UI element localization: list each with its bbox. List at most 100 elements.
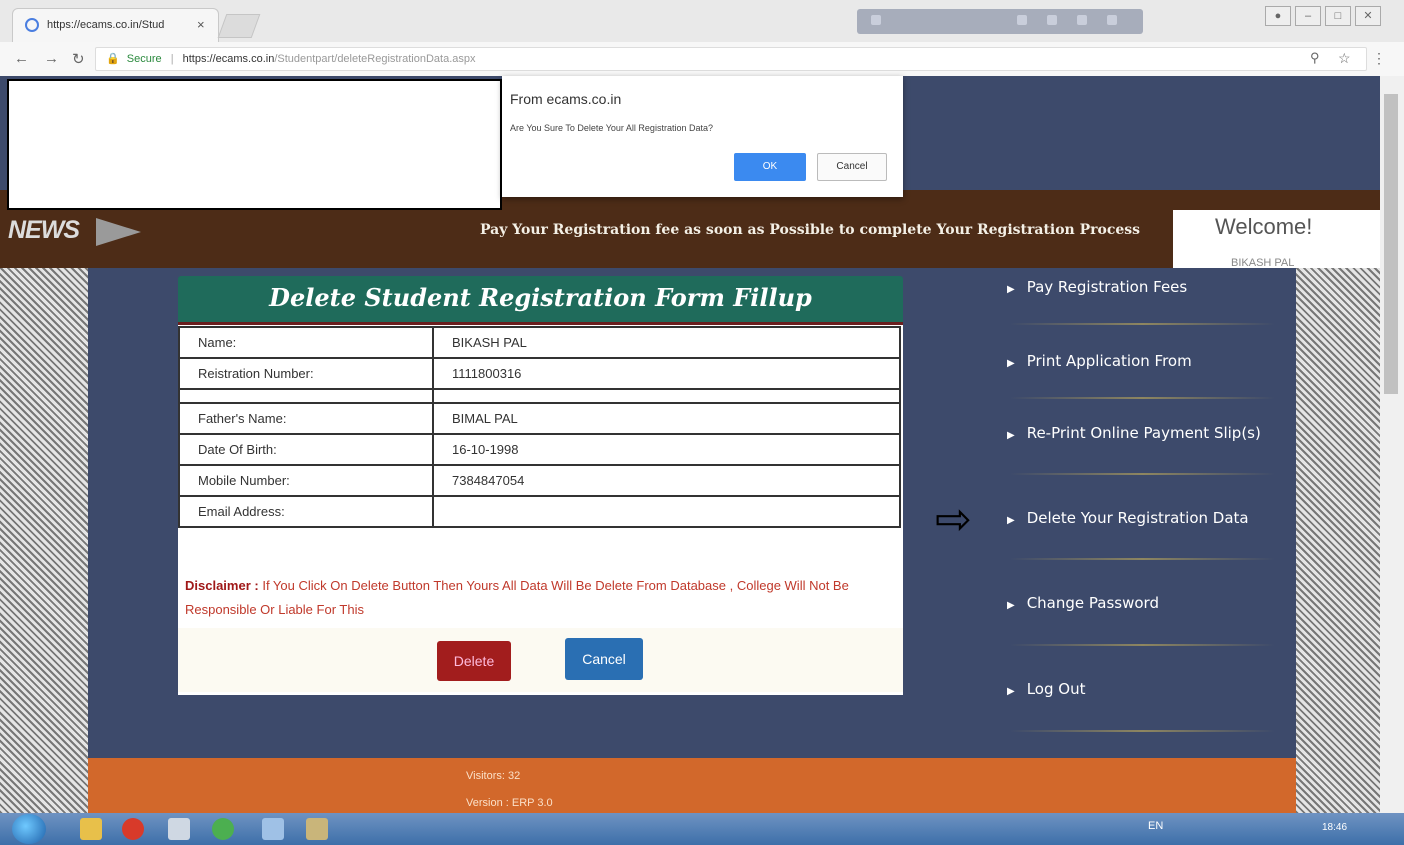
browser-tab[interactable]: https://ecams.co.in/Stud × bbox=[12, 8, 219, 43]
extension-icon[interactable] bbox=[1017, 15, 1027, 25]
menu-divider bbox=[1010, 473, 1275, 475]
google-icon bbox=[25, 18, 39, 32]
language-indicator[interactable]: EN bbox=[1148, 820, 1163, 832]
field-label: Father's Name: bbox=[178, 402, 434, 435]
triangle-right-icon: ▶ bbox=[1007, 430, 1015, 441]
field-value bbox=[432, 495, 901, 528]
extension-icon[interactable] bbox=[871, 15, 881, 25]
arrow-pointer-icon: ⇨ bbox=[935, 495, 972, 544]
maximize-icon[interactable]: □ bbox=[1325, 6, 1351, 26]
bookmark-star-icon[interactable]: ☆ bbox=[1338, 50, 1351, 67]
disclaimer-text: If You Click On Delete Button Then Yours… bbox=[185, 578, 849, 617]
menu-item-pay-registration-fees[interactable]: ▶ Pay Registration Fees bbox=[1007, 278, 1187, 296]
dialog-message: Are You Sure To Delete Your All Registra… bbox=[510, 123, 713, 133]
windows-taskbar bbox=[0, 813, 1404, 845]
menu-item-reprint-payment-slip[interactable]: ▶ Re-Print Online Payment Slip(s) bbox=[1007, 424, 1261, 442]
user-icon[interactable]: ● bbox=[1265, 6, 1291, 26]
tab-close-icon[interactable]: × bbox=[197, 17, 205, 32]
menu-item-log-out[interactable]: ▶ Log Out bbox=[1007, 680, 1085, 698]
field-value-clipped bbox=[432, 388, 901, 404]
field-value: 1111800316 bbox=[432, 357, 901, 390]
url-divider: | bbox=[170, 53, 174, 65]
dialog-ok-button[interactable]: OK bbox=[734, 153, 806, 181]
news-arrow-icon bbox=[96, 218, 141, 246]
triangle-right-icon: ▶ bbox=[1007, 515, 1015, 526]
left-hatch-border bbox=[0, 268, 88, 813]
field-value: 7384847054 bbox=[432, 464, 901, 497]
table-row: Date Of Birth: 16-10-1998 bbox=[178, 433, 901, 466]
triangle-right-icon: ▶ bbox=[1007, 600, 1015, 611]
menu-kebab-icon[interactable]: ⋮ bbox=[1372, 50, 1386, 67]
page-scrollbar[interactable] bbox=[1380, 76, 1404, 813]
redaction-box bbox=[7, 79, 502, 210]
disclaimer: Disclaimer : If You Click On Delete Butt… bbox=[185, 574, 897, 622]
menu-item-label: Print Application From bbox=[1026, 352, 1192, 370]
delete-button[interactable]: Delete bbox=[437, 641, 511, 681]
table-row-clipped bbox=[178, 388, 901, 404]
right-hatch-border bbox=[1296, 268, 1386, 813]
field-label: Reistration Number: bbox=[178, 357, 434, 390]
dialog-origin: From ecams.co.in bbox=[510, 91, 622, 107]
extension-icon[interactable] bbox=[1077, 15, 1087, 25]
menu-divider bbox=[1010, 730, 1275, 732]
field-label-clipped bbox=[178, 388, 434, 404]
field-value: 16-10-1998 bbox=[432, 433, 901, 466]
menu-item-label: Change Password bbox=[1026, 594, 1159, 612]
address-bar-row: ← → ↻ 🔒 Secure | https://ecams.co.in/Stu… bbox=[0, 42, 1404, 77]
paint-icon[interactable] bbox=[306, 818, 328, 840]
welcome-box: Welcome! BIKASH PAL bbox=[1173, 210, 1380, 272]
zoom-icon[interactable]: ⚲ bbox=[1310, 50, 1320, 66]
version-label: Version : ERP 3.0 bbox=[466, 797, 553, 809]
menu-item-change-password[interactable]: ▶ Change Password bbox=[1007, 594, 1159, 612]
news-marquee: Pay Your Registration fee as soon as Pos… bbox=[480, 222, 1141, 238]
table-row: Name: BIKASH PAL bbox=[178, 326, 901, 359]
lock-icon: 🔒 bbox=[106, 53, 120, 65]
menu-item-print-application[interactable]: ▶ Print Application From bbox=[1007, 352, 1192, 370]
registration-details-table: Name: BIKASH PAL Reistration Number: 11118… bbox=[178, 326, 901, 528]
dialog-cancel-button[interactable]: Cancel bbox=[817, 153, 887, 181]
field-label: Date Of Birth: bbox=[178, 433, 434, 466]
table-row: Email Address: bbox=[178, 495, 901, 528]
visitor-count: Visitors: 32 bbox=[466, 770, 521, 782]
taskbar-clock[interactable]: 18:46 bbox=[1322, 822, 1347, 833]
media-player-icon[interactable] bbox=[122, 818, 144, 840]
menu-divider bbox=[1010, 397, 1275, 399]
reload-icon[interactable]: ↻ bbox=[72, 50, 85, 68]
window-controls: ● – □ ✕ bbox=[1265, 6, 1395, 28]
scrollbar-thumb[interactable] bbox=[1384, 94, 1398, 394]
field-value: BIKASH PAL bbox=[432, 326, 901, 359]
cancel-button[interactable]: Cancel bbox=[565, 638, 643, 680]
table-row: Reistration Number: 1111800316 bbox=[178, 357, 901, 390]
field-label: Mobile Number: bbox=[178, 464, 434, 497]
system-tray: EN bbox=[1148, 820, 1163, 832]
table-row: Mobile Number: 7384847054 bbox=[178, 464, 901, 497]
welcome-label: Welcome! bbox=[1215, 214, 1313, 239]
extension-icon[interactable] bbox=[1107, 15, 1117, 25]
url-host: https://ecams.co.in bbox=[182, 53, 275, 65]
secure-label: Secure bbox=[126, 53, 162, 65]
disclaimer-label: Disclaimer : bbox=[185, 578, 259, 593]
start-button[interactable] bbox=[12, 814, 46, 844]
form-title: Delete Student Registration Form Fillup bbox=[269, 283, 812, 312]
extension-toolbar bbox=[857, 9, 1143, 34]
back-icon[interactable]: ← bbox=[14, 50, 29, 67]
ie-icon[interactable] bbox=[262, 818, 284, 840]
field-label: Name: bbox=[178, 326, 434, 359]
page-footer bbox=[88, 758, 1296, 813]
url-field[interactable]: 🔒 Secure | https://ecams.co.in/Studentpa… bbox=[95, 47, 1367, 71]
menu-item-label: Re-Print Online Payment Slip(s) bbox=[1026, 424, 1261, 442]
menu-divider bbox=[1010, 323, 1275, 325]
minimize-icon[interactable]: – bbox=[1295, 6, 1321, 26]
chrome-icon[interactable] bbox=[212, 818, 234, 840]
menu-divider bbox=[1010, 558, 1275, 560]
menu-divider bbox=[1010, 644, 1275, 646]
forward-icon[interactable]: → bbox=[44, 50, 59, 67]
close-window-icon[interactable]: ✕ bbox=[1355, 6, 1381, 26]
explorer-icon[interactable] bbox=[80, 818, 102, 840]
triangle-right-icon: ▶ bbox=[1007, 358, 1015, 369]
menu-item-delete-registration-data[interactable]: ▶ Delete Your Registration Data bbox=[1007, 509, 1249, 527]
menu-item-label: Delete Your Registration Data bbox=[1026, 509, 1249, 527]
extension-icon[interactable] bbox=[1047, 15, 1057, 25]
calculator-icon[interactable] bbox=[168, 818, 190, 840]
form-button-bar bbox=[178, 628, 903, 692]
